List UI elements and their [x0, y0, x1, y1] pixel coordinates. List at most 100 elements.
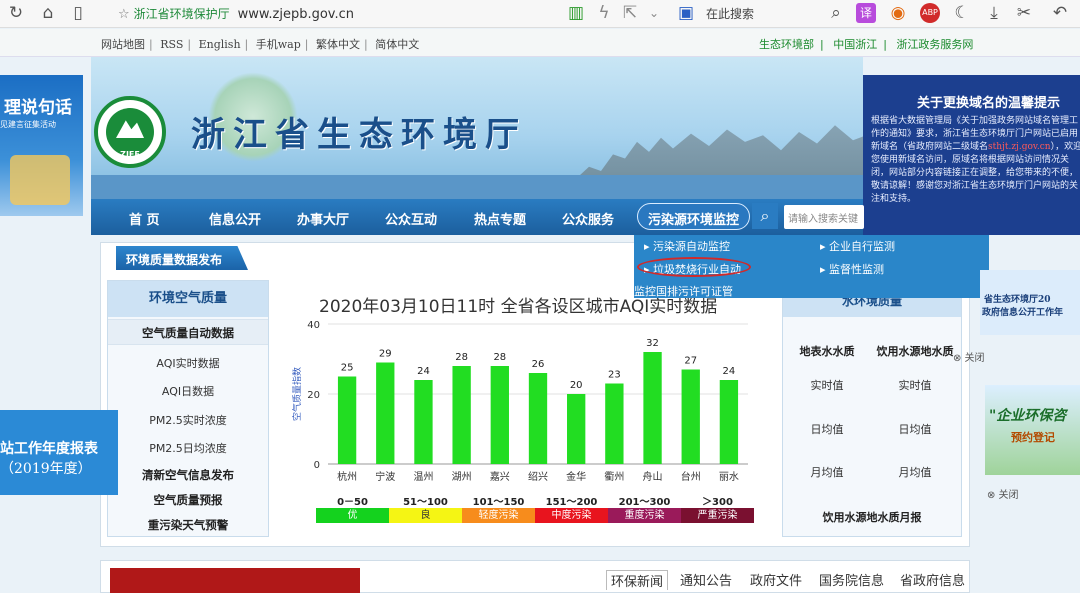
- menu-forecast[interactable]: 空气质量预报: [108, 492, 268, 508]
- air-menu-header[interactable]: 环境空气质量: [108, 281, 268, 317]
- nav-search-button[interactable]: ⌕: [752, 203, 778, 229]
- surface-water-title[interactable]: 地表水水质: [787, 343, 867, 359]
- y-tick-label: 0: [314, 460, 320, 471]
- menu-pm25-realtime[interactable]: PM2.5实时浓度: [108, 412, 268, 428]
- scissors-icon[interactable]: ✂: [1014, 3, 1034, 23]
- dropdown-permit[interactable]: 监控国排污许可证管: [634, 283, 733, 299]
- section-tab[interactable]: 环境质量数据发布: [116, 246, 248, 270]
- link-sitemap[interactable]: 网站地图: [101, 38, 145, 51]
- nav-service-hall[interactable]: 办事大厅: [297, 209, 349, 228]
- right-report-ad[interactable]: 省生态环境厅20 政府信息公开工作年: [980, 270, 1080, 335]
- nav-interaction[interactable]: 公众互动: [385, 209, 437, 228]
- drinking-water-title[interactable]: 饮用水源地水质: [869, 343, 961, 359]
- link-wap[interactable]: 手机wap: [256, 38, 301, 51]
- site-logo[interactable]: ZJEE: [94, 96, 166, 168]
- link-zjzwfw[interactable]: 浙江政务服务网: [896, 38, 973, 51]
- night-mode-icon[interactable]: ☾: [952, 3, 972, 23]
- y-tick-label: 40: [307, 320, 320, 331]
- link-simplified[interactable]: 简体中文: [375, 38, 419, 51]
- undo-icon[interactable]: ↶: [1050, 3, 1070, 23]
- water-quality-panel: 水环境质量 地表水水质 饮用水源地水质 实时值 实时值 日均值 日均值 月均值 …: [782, 280, 962, 537]
- left-floating-ad[interactable]: 理说句话 见建言征集活动: [0, 75, 83, 216]
- book-icon[interactable]: ▥: [566, 3, 586, 23]
- menu-pm25-daily[interactable]: PM2.5日均浓度: [108, 440, 268, 456]
- legend-range: 0－50: [337, 497, 368, 508]
- drinking-monthly-report[interactable]: 饮用水源地水质月报: [783, 509, 961, 525]
- adblock-icon[interactable]: ABP: [920, 3, 940, 23]
- data-label: 27: [684, 356, 697, 367]
- nav-topics[interactable]: 热点专题: [474, 209, 526, 228]
- nav-home[interactable]: 首 页: [129, 209, 160, 228]
- chevron-down-icon[interactable]: ⌄: [644, 3, 664, 23]
- x-tick-label: 湖州: [452, 471, 472, 483]
- left-report-ad[interactable]: 站工作年度报表 （2019年度）: [0, 410, 118, 495]
- browser-search-input[interactable]: 在此搜索: [706, 5, 754, 22]
- x-tick-label: 宁波: [375, 470, 395, 483]
- lightning-icon[interactable]: ϟ: [594, 3, 614, 23]
- nav-search-input[interactable]: 请输入搜索关键: [784, 205, 864, 229]
- left-ad-sub: 见建言征集活动: [0, 120, 56, 129]
- legend-swatch: 轻度污染: [462, 508, 535, 523]
- legend-swatch: 优: [316, 508, 389, 523]
- game-icon[interactable]: ◉: [888, 3, 908, 23]
- menu-aqi-daily[interactable]: AQI日数据: [108, 383, 268, 399]
- search-icon[interactable]: ⌕: [826, 3, 846, 23]
- nav-public-service[interactable]: 公众服务: [562, 209, 614, 228]
- menu-heavy-pollution-warning[interactable]: 重污染天气预警: [108, 517, 268, 533]
- surface-monthly[interactable]: 月均值: [787, 464, 867, 480]
- air-quality-menu: 环境空气质量 空气质量自动数据 AQI实时数据 AQI日数据 PM2.5实时浓度…: [107, 280, 269, 537]
- domain-notice: 关于更换域名的温馨提示 根据省大数据管理局《关于加强政务网站域名管理工作的通知》…: [863, 75, 1080, 235]
- bar-杭州: [337, 376, 357, 464]
- menu-fresh-air[interactable]: 清新空气信息发布: [108, 467, 268, 483]
- top-links-bar: 网站地图 | RSS | English | 手机wap | 繁体中文 | 简体中文 生态…: [0, 29, 1080, 57]
- bar-宁波: [376, 362, 395, 464]
- address-bar[interactable]: ☆ 浙江省环境保护厅 www.zjepb.gov.cn: [118, 5, 354, 22]
- right-enterprise-ad[interactable]: "企业环保咨 预约登记: [985, 385, 1080, 475]
- drinking-monthly[interactable]: 月均值: [869, 464, 961, 480]
- aqi-bar-chart: 0 20 40 空气质量指数 25 杭州 29 宁波 24 温州 28 湖州 28 嘉兴 26 绍兴 20 金华 2…: [291, 320, 748, 483]
- tab-provincial[interactable]: 省政府信息: [900, 570, 965, 589]
- dropdown-self-monitor[interactable]: ▸ 企业自行监测: [820, 238, 895, 254]
- nav-info-public[interactable]: 信息公开: [209, 209, 261, 228]
- menu-air-auto-data[interactable]: 空气质量自动数据: [108, 319, 268, 345]
- close-right-ad[interactable]: ⊗ 关闭: [953, 349, 985, 364]
- right-ad-line1: 省生态环境厅20: [984, 295, 1051, 305]
- tab-notices[interactable]: 通知公告: [680, 570, 732, 589]
- tab-title: 浙江省环境保护厅: [133, 7, 230, 21]
- dropdown-supervisory[interactable]: ▸ 监督性监测: [820, 261, 884, 277]
- menu-aqi-realtime[interactable]: AQI实时数据: [108, 355, 268, 371]
- search-engine-icon[interactable]: ▣: [676, 3, 696, 23]
- tab-state-council[interactable]: 国务院信息: [819, 570, 884, 589]
- surface-daily[interactable]: 日均值: [787, 421, 867, 437]
- data-label: 26: [532, 359, 545, 370]
- close-right-ad2[interactable]: ⊗ 关闭: [987, 486, 1019, 501]
- bar-丽水: [719, 380, 739, 464]
- tab-gov-docs[interactable]: 政府文件: [750, 570, 802, 589]
- home-icon[interactable]: ⌂: [38, 3, 58, 23]
- drinking-daily[interactable]: 日均值: [869, 421, 961, 437]
- news-image[interactable]: [110, 568, 360, 593]
- link-china-zhejiang[interactable]: 中国浙江: [833, 38, 877, 51]
- site-title: 浙江省生态环境厅: [191, 115, 527, 155]
- translate-icon[interactable]: 译: [856, 3, 876, 23]
- tab-env-news[interactable]: 环保新闻: [606, 570, 669, 590]
- drinking-realtime[interactable]: 实时值: [869, 377, 961, 393]
- star-icon[interactable]: ☆: [118, 7, 130, 22]
- legend-range: 151～200: [545, 497, 598, 508]
- link-rss[interactable]: RSS: [160, 38, 183, 51]
- highlight-circle: [637, 257, 751, 277]
- nav-pollution-monitoring[interactable]: 污染源环境监控: [637, 203, 751, 230]
- x-tick-label: 金华: [566, 470, 586, 483]
- refresh-icon[interactable]: ↻: [6, 3, 26, 23]
- reading-mode-icon[interactable]: ▯: [68, 3, 88, 23]
- download-icon[interactable]: ⤓: [984, 3, 1004, 23]
- surface-realtime[interactable]: 实时值: [787, 377, 867, 393]
- bar-台州: [681, 369, 700, 464]
- dropdown-auto-monitor[interactable]: ▸ 污染源自动监控: [644, 238, 730, 254]
- link-mee[interactable]: 生态环境部: [759, 38, 814, 51]
- x-tick-label: 温州: [413, 471, 433, 483]
- link-english[interactable]: English: [199, 38, 241, 51]
- share-icon[interactable]: ⇱: [620, 3, 640, 23]
- url-text: www.zjepb.gov.cn: [237, 7, 354, 22]
- link-traditional[interactable]: 繁体中文: [316, 38, 360, 51]
